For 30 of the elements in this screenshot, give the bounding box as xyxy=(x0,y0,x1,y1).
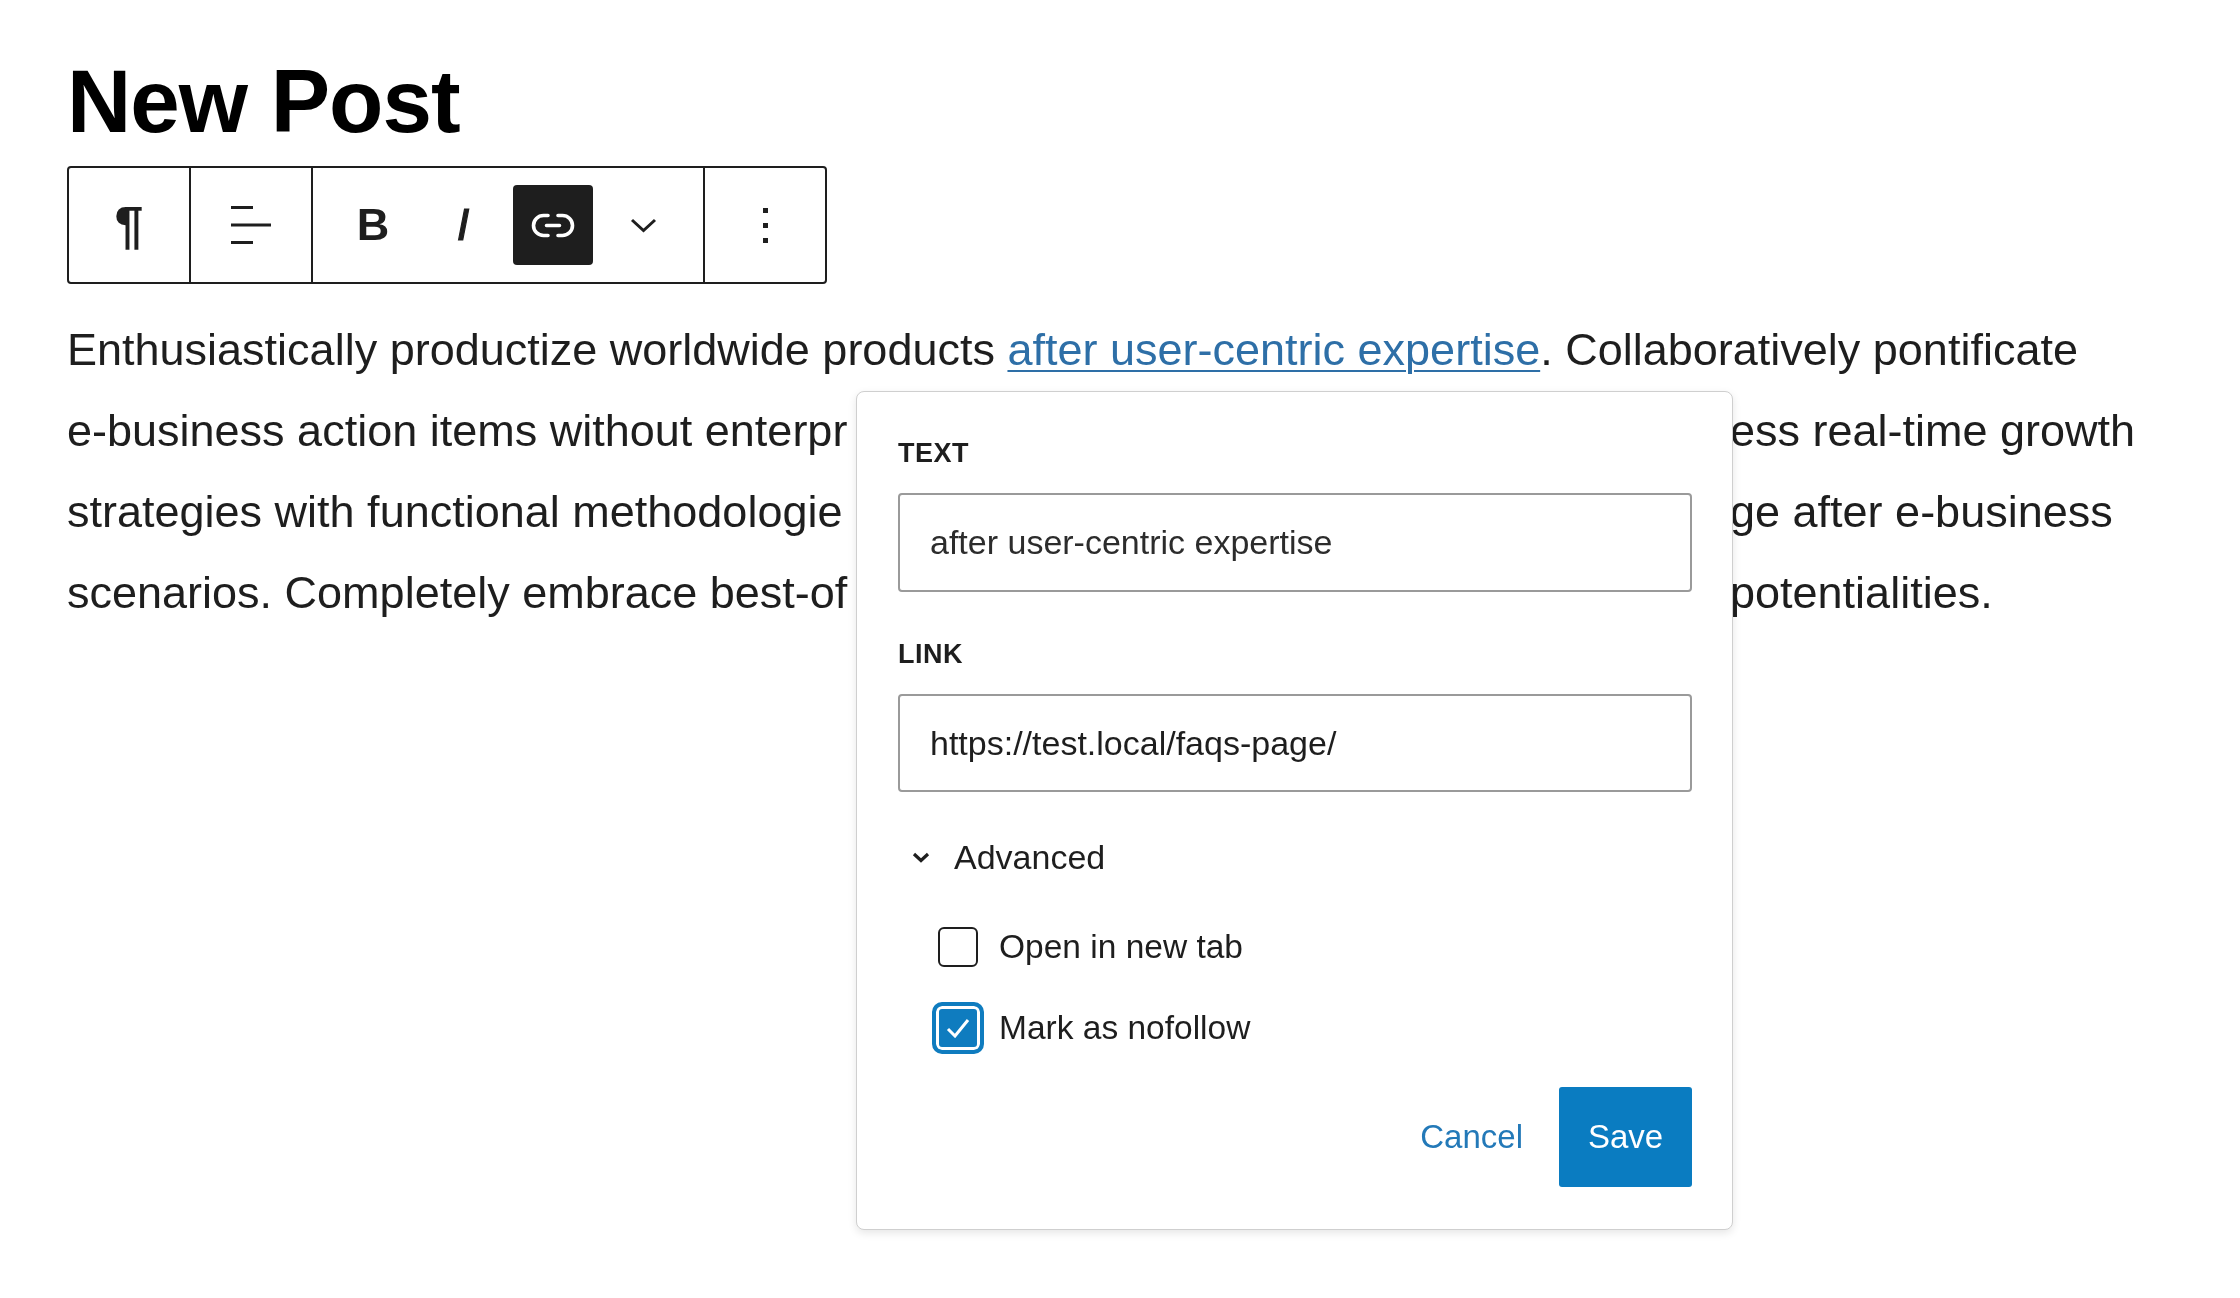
save-button[interactable]: Save xyxy=(1559,1087,1692,1187)
paragraph-text: strategies with functional methodologie xyxy=(67,485,843,539)
italic-button[interactable]: I xyxy=(423,185,503,265)
align-left-icon xyxy=(231,206,271,244)
paragraph-text: potentialities. xyxy=(1730,566,1993,620)
page-title: New Post xyxy=(67,57,460,146)
paragraph-text: ess real-time growth xyxy=(1730,404,2136,458)
link-button[interactable] xyxy=(513,185,593,265)
vertical-dots-icon xyxy=(762,207,768,243)
chevron-down-icon xyxy=(912,851,930,863)
paragraph-text: e-business action items without enterpr xyxy=(67,404,848,458)
checkbox-label: Open in new tab xyxy=(999,927,1243,967)
checkbox[interactable] xyxy=(932,1002,984,1054)
check-icon xyxy=(946,1018,970,1038)
checkbox-label: Mark as nofollow xyxy=(999,1008,1251,1048)
chevron-down-icon xyxy=(629,217,657,233)
text-link[interactable]: after user-centric expertise xyxy=(1007,324,1541,375)
checkbox[interactable] xyxy=(938,927,978,967)
paragraph-text: Enthusiastically productize worldwide products after user-centric expertise. Collaboratively pontificate xyxy=(67,324,2078,375)
paragraph-text: ge after e-business xyxy=(1730,485,2113,539)
link-icon xyxy=(531,212,575,238)
paragraph-text: scenarios. Completely embrace best-of xyxy=(67,566,848,620)
paragraph-button[interactable]: ¶ xyxy=(89,185,169,265)
bold-button[interactable]: B xyxy=(333,185,413,265)
text-field[interactable]: after user-centric expertise xyxy=(898,493,1692,592)
advanced-toggle[interactable]: Advanced xyxy=(898,832,1106,882)
cancel-button[interactable]: Cancel xyxy=(1420,1117,1523,1157)
url-field[interactable]: https://test.local/faqs-page/ xyxy=(898,694,1692,792)
field-label: TEXT xyxy=(898,437,969,469)
field-label: LINK xyxy=(898,638,963,670)
